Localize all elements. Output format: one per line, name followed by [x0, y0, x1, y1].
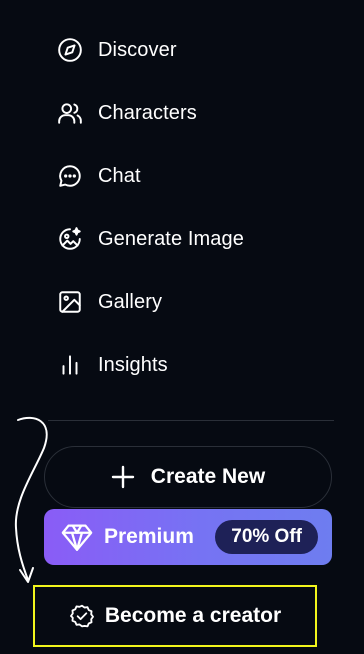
nav-item-discover[interactable]: Discover	[56, 30, 177, 70]
nav-item-label: Insights	[98, 353, 168, 376]
nav-item-label: Discover	[98, 38, 177, 61]
divider	[48, 420, 334, 421]
diamond-icon	[61, 524, 93, 551]
nav-item-generate-image[interactable]: Generate Image	[56, 219, 244, 259]
create-new-button[interactable]: Create New	[44, 446, 332, 508]
verified-badge-icon	[69, 604, 94, 628]
nav-item-gallery[interactable]: Gallery	[56, 282, 162, 322]
compass-icon	[56, 36, 84, 64]
become-creator-label: Become a creator	[104, 604, 282, 627]
nav-item-label: Gallery	[98, 290, 163, 313]
discount-badge: 70% Off	[215, 520, 318, 554]
create-new-label: Create New	[150, 465, 266, 488]
nav-item-chat[interactable]: Chat	[56, 156, 141, 196]
premium-button[interactable]: Premium 70% Off	[44, 509, 332, 565]
users-icon	[56, 99, 84, 127]
image-sparkle-icon	[56, 225, 84, 253]
bar-chart-icon	[56, 351, 84, 379]
premium-label: Premium	[104, 525, 194, 548]
nav-item-insights[interactable]: Insights	[56, 345, 168, 385]
chat-bubble-icon	[56, 162, 84, 190]
become-creator-button[interactable]: Become a creator	[33, 585, 317, 647]
gallery-icon	[56, 288, 84, 316]
nav-item-label: Characters	[98, 101, 197, 124]
nav-item-characters[interactable]: Characters	[56, 93, 197, 133]
plus-icon	[111, 465, 134, 489]
nav-item-label: Chat	[98, 164, 141, 187]
nav-item-label: Generate Image	[98, 227, 244, 250]
